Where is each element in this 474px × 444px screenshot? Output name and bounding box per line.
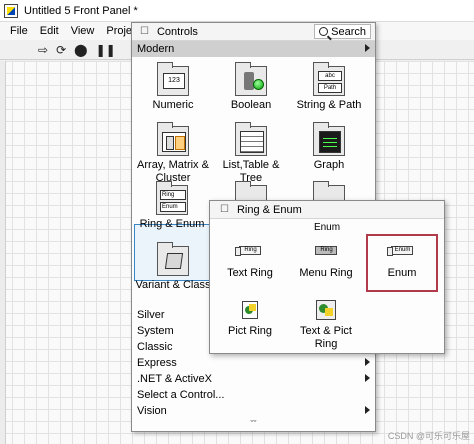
abort-icon[interactable]: ⬤: [74, 44, 87, 56]
expand-arrow-icon: [365, 358, 370, 366]
palette-title: Controls: [156, 25, 198, 38]
subpalette-item-text-pict-ring[interactable]: Text & Pict Ring: [288, 299, 364, 351]
subpalette-header: ☐ Ring & Enum: [210, 201, 444, 219]
palette-item-label: Array, Matrix & Cluster: [137, 159, 209, 184]
window-title: Untitled 5 Front Panel *: [24, 4, 138, 17]
subpalette-item-label: Menu Ring: [299, 267, 353, 279]
palette-item-array-matrix-cluster[interactable]: Array, Matrix & Cluster: [134, 122, 212, 185]
pin-icon[interactable]: ☐: [140, 26, 149, 37]
search-button[interactable]: Search: [314, 24, 371, 39]
palette-item-label: Boolean: [230, 99, 272, 111]
text-ring-icon: Ring: [233, 241, 267, 263]
category-modern[interactable]: Modern: [132, 41, 375, 57]
palette-item-label: List,Table & Tree: [222, 159, 280, 184]
ring-enum-subpalette: ☐ Ring & Enum Enum Ring Text Ring Ring M…: [209, 200, 445, 354]
search-icon: [319, 27, 329, 36]
subpalette-item-text-ring[interactable]: Ring Text Ring: [212, 241, 288, 280]
run-continuously-icon[interactable]: ⟳: [56, 44, 66, 56]
menu-view[interactable]: View: [65, 25, 101, 37]
pause-icon[interactable]: ❚❚: [96, 44, 116, 56]
subpalette-item-label: Text Ring: [227, 267, 273, 279]
subpalette-title: Ring & Enum: [236, 203, 302, 216]
subpalette-item-label: Text & Pict Ring: [300, 325, 352, 350]
canvas-left-edge: [0, 61, 6, 444]
expand-arrow-icon: [365, 374, 370, 382]
palette-item-label: Graph: [313, 159, 345, 171]
category-dotnet-activex[interactable]: .NET & ActiveX: [132, 371, 375, 387]
category-select-control[interactable]: Select a Control...: [132, 387, 375, 403]
palette-item-label: String & Path: [296, 99, 362, 111]
boolean-icon: [235, 62, 267, 96]
palette-item-graph[interactable]: Graph: [290, 122, 368, 172]
palette-item-numeric[interactable]: 123 Numeric: [134, 62, 212, 112]
subpalette-item-label: Enum: [387, 267, 417, 279]
subpalette-item-pict-ring[interactable]: Pict Ring: [212, 299, 288, 338]
numeric-icon: 123: [157, 62, 189, 96]
subpalette-item-label: Pict Ring: [227, 325, 273, 337]
subpalette-section-label: Enum: [313, 222, 341, 233]
subpalette-item-menu-ring[interactable]: Ring Menu Ring: [288, 241, 364, 280]
scroll-more-chevron-icon[interactable]: ˇˇ: [132, 419, 375, 431]
watermark-text: CSDN @可乐可乐屋: [387, 431, 470, 441]
pin-icon[interactable]: ☐: [220, 204, 229, 215]
enum-icon: Enum: [385, 241, 419, 263]
string-path-icon: abc Path: [313, 62, 345, 96]
palette-item-list-table-tree[interactable]: List,Table & Tree: [212, 122, 290, 185]
palette-item-label: Variant & Class: [135, 279, 211, 291]
category-vision[interactable]: Vision: [132, 403, 375, 419]
list-table-icon: [235, 122, 267, 156]
category-label: Modern: [137, 43, 175, 55]
search-label: Search: [331, 25, 366, 38]
palette-item-boolean[interactable]: Boolean: [212, 62, 290, 112]
palette-item-ring-enum[interactable]: Ring Enum Ring & Enum: [133, 181, 211, 231]
palette-header: ☐ Controls Search: [132, 23, 375, 41]
variant-class-icon: [157, 242, 189, 276]
array-cluster-icon: [157, 122, 189, 156]
palette-item-string-path[interactable]: abc Path String & Path: [290, 62, 368, 112]
palette-item-label: Numeric: [152, 99, 194, 111]
menu-ring-icon: Ring: [309, 241, 343, 263]
graph-icon: [313, 122, 345, 156]
menu-edit[interactable]: Edit: [34, 25, 65, 37]
run-arrow-icon[interactable]: ⇨: [38, 44, 48, 56]
palette-item-variant-class[interactable]: Variant & Class: [134, 242, 212, 292]
expand-arrow-icon: [365, 44, 370, 52]
category-express[interactable]: Express: [132, 355, 375, 371]
palette-item-label: Ring & Enum: [139, 218, 205, 230]
subpalette-item-enum[interactable]: Enum Enum: [364, 241, 440, 280]
menu-file[interactable]: File: [4, 25, 34, 37]
ring-enum-icon: Ring Enum: [156, 181, 188, 215]
labview-app-icon: [4, 3, 18, 18]
title-bar: Untitled 5 Front Panel *: [0, 0, 474, 22]
pict-ring-icon: [233, 299, 267, 321]
text-pict-ring-icon: [309, 299, 343, 321]
expand-arrow-icon: [365, 406, 370, 414]
